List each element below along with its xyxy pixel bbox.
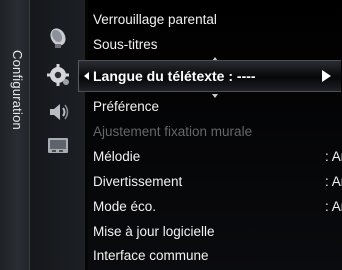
eco-mode-value: : Arrêt bbox=[325, 199, 342, 214]
input-card-icon[interactable] bbox=[44, 134, 72, 158]
menu-item-eco-mode[interactable]: Mode éco.: Arrêt bbox=[93, 196, 342, 218]
tv-menu-screen: Configuration Verrouillage parental Sous… bbox=[0, 0, 342, 270]
settings-menu: Verrouillage parental Sous-titres Préfér… bbox=[88, 0, 342, 270]
menu-item-preference[interactable]: Préférence bbox=[93, 96, 159, 118]
selected-item-label: Langue du télétexte : ---- bbox=[93, 68, 256, 84]
selection-pointer-icon bbox=[84, 72, 89, 80]
menu-item-common-interface[interactable]: Interface commune bbox=[93, 245, 209, 267]
melody-value: : Arrêt bbox=[325, 149, 342, 164]
configuration-tab[interactable]: Configuration bbox=[0, 0, 30, 270]
satellite-dish-icon[interactable] bbox=[44, 26, 72, 50]
menu-item-teletext-language[interactable]: Langue du télétexte : ---- bbox=[78, 60, 341, 92]
gear-icon[interactable] bbox=[44, 63, 72, 87]
menu-item-wall-mount: Ajustement fixation murale bbox=[93, 124, 253, 139]
chevron-right-icon[interactable] bbox=[322, 70, 331, 82]
icon-column bbox=[30, 0, 85, 270]
menu-item-entertainment[interactable]: Divertissement: Arrêt bbox=[93, 171, 342, 193]
menu-item-subtitles[interactable]: Sous-titres bbox=[93, 34, 158, 56]
scroll-down-icon bbox=[212, 94, 218, 98]
menu-item-parental-lock[interactable]: Verrouillage parental bbox=[93, 9, 217, 31]
menu-item-melody[interactable]: Mélodie: Arrêt bbox=[93, 146, 342, 168]
tab-label: Configuration bbox=[10, 50, 25, 130]
entertainment-value: : Arrêt bbox=[325, 174, 342, 189]
speaker-icon[interactable] bbox=[44, 100, 72, 124]
menu-item-software-update[interactable]: Mise à jour logicielle bbox=[93, 221, 215, 243]
